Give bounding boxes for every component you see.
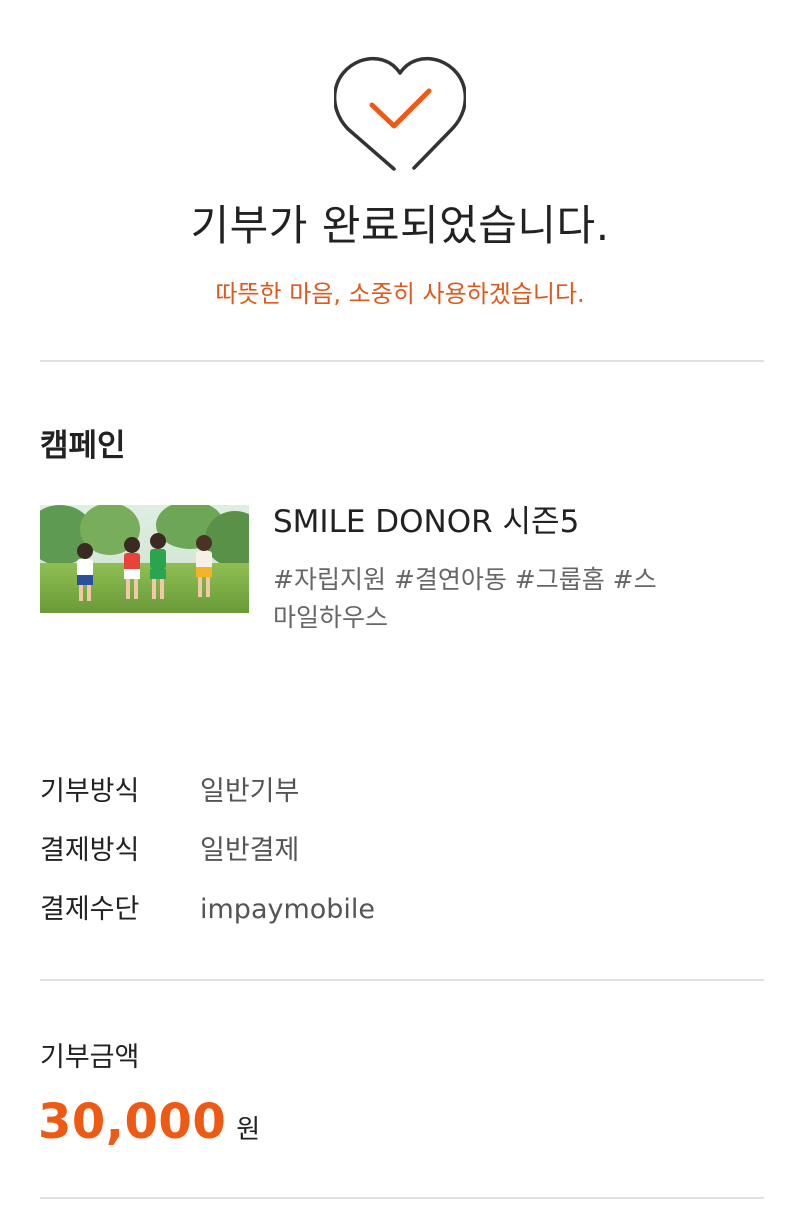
donation-amount-value: 30,000 (38, 1094, 227, 1150)
detail-value: 일반기부 (200, 776, 300, 807)
completion-title: 기부가 완료되었습니다. (190, 201, 610, 250)
currency-unit: 원 (236, 1115, 261, 1145)
donation-amount: 30,000 원 (38, 1090, 260, 1154)
campaign-image (40, 505, 249, 613)
campaign-name: SMILE DONOR 시즌5 (273, 504, 580, 540)
heart-check-icon (334, 56, 466, 171)
campaign-section-title: 캠페인 (40, 428, 126, 464)
campaign-tags: #자립지원 #결연아동 #그룹홈 #스마일하우스 (273, 565, 657, 632)
detail-label: 결제수단 (40, 894, 140, 925)
divider (40, 1197, 764, 1199)
divider (40, 979, 764, 981)
detail-value: impaymobile (200, 894, 376, 925)
divider (40, 360, 764, 362)
detail-label: 결제방식 (40, 835, 140, 866)
donation-amount-label: 기부금액 (40, 1042, 140, 1073)
detail-value: 일반결제 (200, 835, 300, 866)
thank-you-message: 따뜻한 마음, 소중히 사용하겠습니다. (215, 280, 585, 308)
detail-label: 기부방식 (40, 776, 140, 807)
completion-header: 기부가 완료되었습니다. 따뜻한 마음, 소중히 사용하겠습니다. (0, 0, 800, 362)
